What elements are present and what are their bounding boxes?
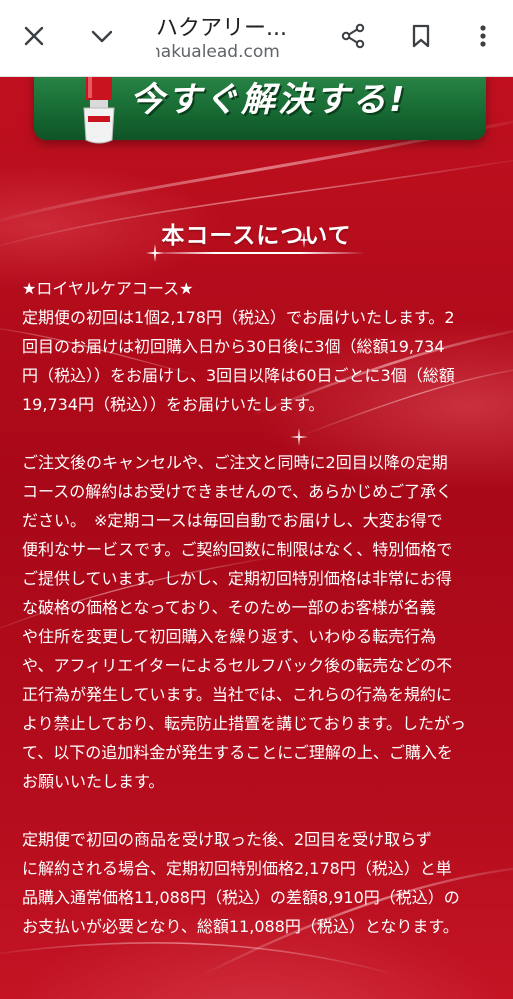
cta-banner[interactable]: 今すぐ解決する! — [34, 76, 486, 144]
bookmark-icon[interactable] — [399, 14, 443, 58]
web-page: 今すぐ解決する! 本コースについて ★ロイヤルケアコース★ 定期便の初回は1個2… — [0, 76, 513, 999]
heading-underline — [150, 252, 365, 254]
sparkle-icon — [146, 244, 164, 262]
page-title: ハクアリー... — [156, 16, 287, 41]
paragraph-additional-fee: 定期便で初回の商品を受け取った後、2回目を受け取らず に解約される場合、定期初回… — [22, 830, 460, 936]
close-icon[interactable] — [12, 14, 56, 58]
section-heading-wrap: 本コースについて — [0, 216, 513, 256]
url-value: hakualead.com — [156, 42, 280, 62]
more-vert-icon[interactable] — [461, 14, 505, 58]
browser-toolbar: ハクアリー... hakualead.com — [0, 0, 513, 77]
chevron-down-icon[interactable] — [80, 14, 124, 58]
url-text[interactable]: hakualead.com — [156, 42, 306, 62]
banner-text: 今すぐ解決する! — [130, 80, 408, 120]
paragraph-cancellation-policy: ご注文後のキャンセルや、ご注文と同時に2回目以降の定期 コースの解約はお受けでき… — [22, 453, 467, 791]
section-heading: 本コースについて — [161, 223, 352, 249]
sparkle-icon — [296, 232, 312, 248]
course-title: ★ロイヤルケアコース★ — [22, 279, 194, 298]
course-description: ★ロイヤルケアコース★ 定期便の初回は1個2,178円（税込）でお届けいたします… — [22, 274, 494, 970]
share-icon[interactable] — [331, 14, 375, 58]
product-bottle-image — [83, 76, 115, 144]
paragraph-delivery-schedule: 定期便の初回は1個2,178円（税込）でお届けいたします。2 回目のお届けは初回… — [22, 308, 455, 414]
